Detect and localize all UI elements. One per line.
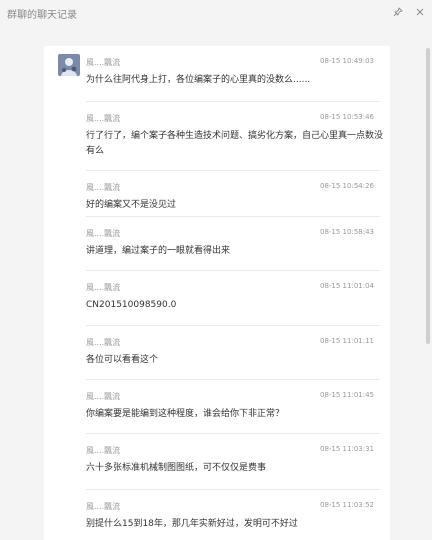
message-text: 你编案要是能编到这种程度，谁会给你下非正常？ — [86, 409, 285, 419]
message-sender: 風....飄流 — [86, 114, 121, 123]
chat-message[interactable]: 風....飄流 08-15 11:01:11 各位可以看看这个 — [44, 326, 390, 380]
chat-history-panel[interactable]: 風....飄流 08-15 10:49:03 为什么往阿代身上打，各位编案子的心里真… — [44, 46, 390, 540]
message-text: CN201510098590.0 — [86, 300, 177, 310]
message-sender: 風....飄流 — [86, 283, 121, 292]
message-time: 08-15 10:58:43 — [319, 228, 374, 236]
message-text: 各位可以看看这个 — [86, 355, 159, 365]
message-text: 行了行了，编个案子各种生造技术问题、搞劣化方案，自己心里真一点数没有么 — [86, 131, 384, 156]
message-time: 08-15 11:01:11 — [319, 337, 374, 345]
window-title: 群聊的聊天记录 — [7, 10, 77, 21]
message-text: 好的编案又不是没见过 — [86, 200, 177, 210]
message-sender: 風....飄流 — [86, 446, 121, 455]
chat-message[interactable]: 風....飄流 08-15 10:53:46 行了行了，编个案子各种生造技术问题、搞… — [44, 102, 390, 171]
message-time: 08-15 11:01:04 — [319, 282, 374, 290]
avatar[interactable] — [58, 54, 80, 76]
chat-message[interactable]: 風....飄流 08-15 11:03:52 别提什么15到18年，那几年实新好过，… — [44, 490, 390, 540]
chat-message[interactable]: 風....飄流 08-15 11:03:31 六十多张标准机械制图图纸，可不仅仅是费… — [44, 434, 390, 490]
message-text: 六十多张标准机械制图图纸，可不仅仅是费事 — [86, 463, 267, 473]
chat-message[interactable]: 風....飄流 08-15 10:49:03 为什么往阿代身上打，各位编案子的心里真… — [44, 46, 390, 102]
close-button[interactable] — [410, 2, 430, 22]
chat-message[interactable]: 風....飄流 08-15 10:54:26 好的编案又不是没见过 — [44, 171, 390, 217]
message-time: 08-15 11:01:45 — [319, 391, 374, 399]
message-sender: 風....飄流 — [86, 338, 121, 347]
message-sender: 風....飄流 — [86, 183, 121, 192]
message-sender: 風....飄流 — [86, 229, 121, 238]
chat-message[interactable]: 風....飄流 08-15 11:01:04 CN201510098590.0 — [44, 271, 390, 326]
message-time: 08-15 11:03:31 — [319, 445, 374, 453]
message-time: 08-15 10:53:46 — [319, 113, 374, 121]
chat-message[interactable]: 風....飄流 08-15 10:58:43 讲道理，编过案子的一眼就看得出来 — [44, 217, 390, 271]
message-sender: 風....飄流 — [86, 392, 121, 401]
message-sender: 風....飄流 — [86, 58, 121, 67]
pin-button[interactable] — [388, 2, 408, 22]
message-time: 08-15 11:03:52 — [319, 501, 374, 509]
message-time: 08-15 10:49:03 — [319, 57, 374, 65]
chat-message[interactable]: 風....飄流 08-15 11:01:45 你编案要是能编到这种程度，谁会给你下非… — [44, 380, 390, 434]
pin-icon — [393, 7, 403, 17]
message-text: 讲道理，编过案子的一眼就看得出来 — [86, 246, 231, 256]
message-text: 别提什么15到18年，那几年实新好过，发明可不好过 — [86, 519, 298, 529]
message-time: 08-15 10:54:26 — [319, 182, 374, 190]
message-text: 为什么往阿代身上打，各位编案子的心里真的没数么...... — [86, 75, 311, 85]
message-sender: 風....飄流 — [86, 502, 121, 511]
title-bar: 群聊的聊天记录 — [0, 0, 432, 26]
scrollbar-thumb[interactable] — [426, 48, 430, 344]
close-icon — [416, 8, 424, 16]
